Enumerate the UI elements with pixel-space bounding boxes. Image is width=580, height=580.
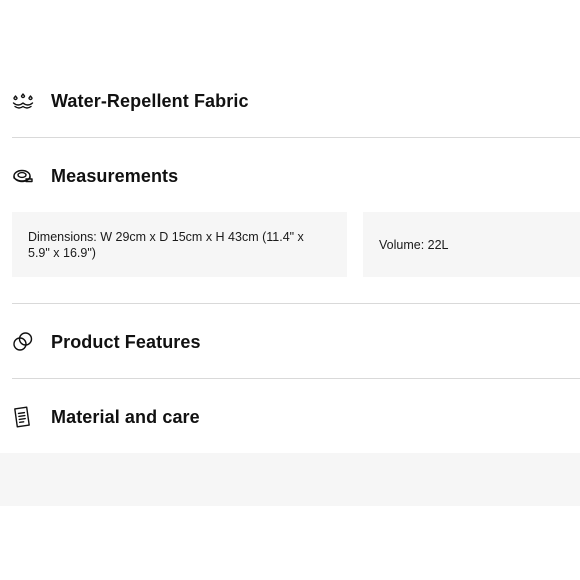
section-title: Material and care [51, 406, 200, 427]
dimensions-text: Dimensions: W 29cm x D 15cm x H 43cm (11… [28, 229, 304, 260]
footer-band [0, 453, 580, 506]
section-product-features[interactable]: Product Features [12, 330, 580, 354]
section-title: Measurements [51, 165, 179, 186]
care-label-icon [12, 406, 34, 428]
features-icon [12, 331, 34, 353]
section-water-repellent-fabric[interactable]: Water-Repellent Fabric [12, 89, 580, 113]
divider [12, 137, 580, 138]
product-details-panel: Water-Repellent Fabric Measurements Dime… [0, 0, 580, 580]
volume-text: Volume: 22L [379, 237, 449, 252]
dimensions-card: Dimensions: W 29cm x D 15cm x H 43cm (11… [12, 212, 347, 277]
section-title: Water-Repellent Fabric [51, 90, 249, 111]
divider [12, 303, 580, 304]
section-measurements[interactable]: Measurements [12, 164, 580, 188]
section-title: Product Features [51, 331, 201, 352]
divider [12, 378, 580, 379]
volume-card: Volume: 22L [363, 212, 580, 277]
section-material-and-care[interactable]: Material and care [12, 405, 580, 429]
water-repellent-icon [12, 90, 34, 112]
tape-measure-icon [12, 165, 34, 187]
